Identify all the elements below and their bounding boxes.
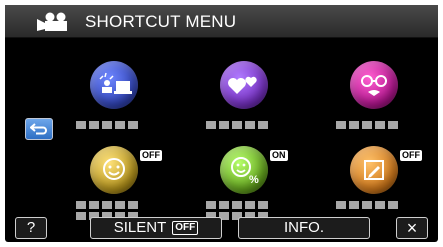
shortcut-menu-screen: SHORTCUT MENU OFF % ON OFF ? SILENT OFF … [5,5,438,242]
close-button[interactable]: × [396,217,428,239]
menu-item-face-effect[interactable] [330,61,420,141]
state-badge: OFF [400,150,422,161]
edit-frame-icon [350,146,398,194]
silent-state-badge: OFF [172,221,199,235]
help-button[interactable]: ? [15,217,47,239]
smile-percent-icon: % [220,146,268,194]
face-effect-icon [350,61,398,109]
info-button[interactable]: INFO. [238,217,370,239]
menu-item-smile[interactable]: OFF [70,146,162,226]
item-label-masked [336,121,398,129]
menu-item-scene[interactable] [70,61,160,141]
return-arrow-icon [30,123,47,135]
item-label-masked [336,201,398,209]
page-title: SHORTCUT MENU [85,12,237,31]
menu-item-hearts[interactable] [200,61,290,141]
state-badge: OFF [140,150,162,161]
silent-label: SILENT [113,219,167,236]
item-label-masked [76,121,138,129]
smiley-face-icon [90,146,138,194]
title-bar: SHORTCUT MENU [5,5,438,38]
menu-item-edit[interactable]: OFF [330,146,422,226]
video-camera-icon [37,12,67,31]
item-label-masked [76,201,138,209]
item-label-masked [206,201,268,209]
scene-select-icon [90,61,138,109]
item-label-masked [206,121,268,129]
silent-button[interactable]: SILENT OFF [90,217,222,239]
svg-text:%: % [249,174,259,186]
state-badge: ON [270,150,288,161]
hearts-icon [220,61,268,109]
back-button[interactable] [25,118,53,140]
menu-item-smile-percent[interactable]: % ON [200,146,290,226]
